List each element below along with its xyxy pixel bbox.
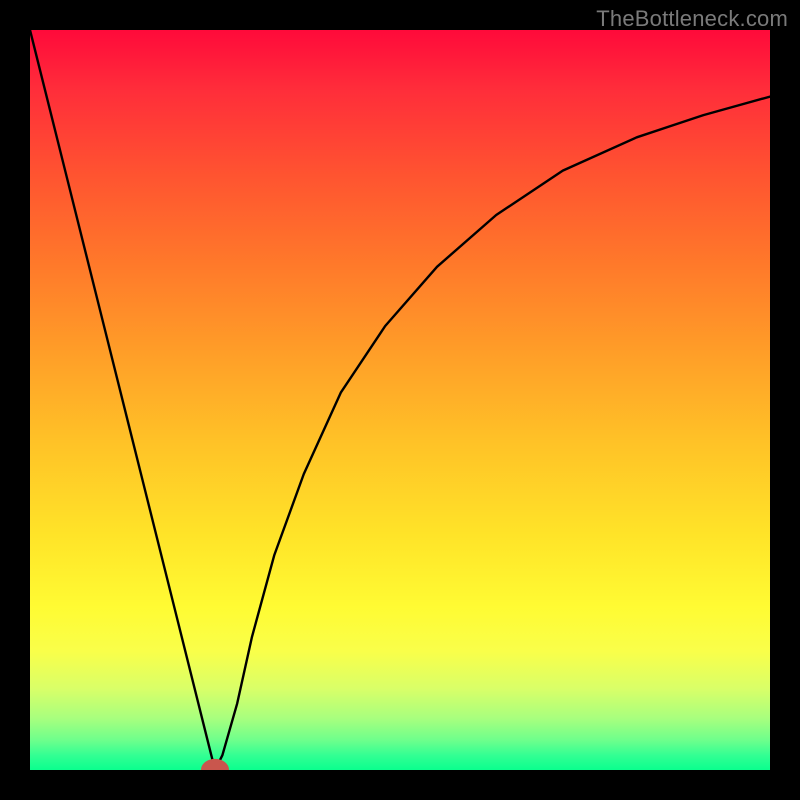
chart-svg — [30, 30, 770, 770]
chart-frame: TheBottleneck.com — [0, 0, 800, 800]
optimum-marker — [205, 763, 226, 770]
bottleneck-curve — [30, 30, 770, 770]
attribution-text: TheBottleneck.com — [596, 6, 788, 32]
plot-area — [30, 30, 770, 770]
